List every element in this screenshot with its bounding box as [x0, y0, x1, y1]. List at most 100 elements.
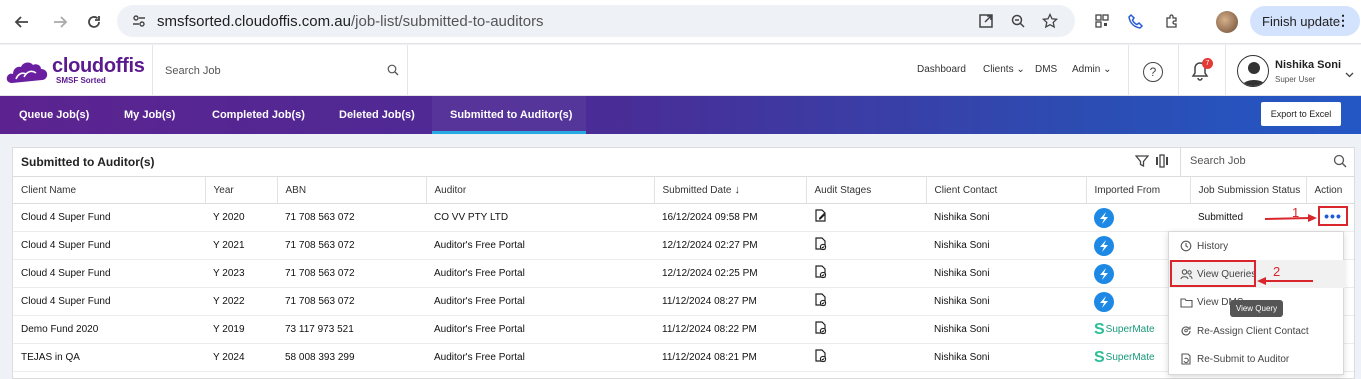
resubmit-icon	[1179, 352, 1193, 366]
nav-admin-label: Admin	[1072, 64, 1101, 75]
menu-item-resubmit-to-auditor[interactable]: Re-Submit to Auditor	[1169, 345, 1345, 373]
job-tabs-bar: Queue Job(s) My Job(s) Completed Job(s) …	[0, 96, 1361, 134]
row-action-menu-button[interactable]: •••	[1318, 206, 1348, 226]
filter-icon[interactable]	[1134, 154, 1150, 173]
tab-submitted-to-auditors[interactable]: Submitted to Auditor(s)	[450, 109, 572, 121]
submitted-jobs-panel: Submitted to Auditor(s) Search Job Clien…	[12, 147, 1355, 379]
table-row[interactable]: Cloud 4 Super Fund Y 2020 71 708 563 072 CO…	[13, 203, 1354, 232]
search-icon[interactable]	[387, 63, 399, 81]
column-header-client-name[interactable]: Client Name	[13, 176, 206, 204]
column-header-abn[interactable]: ABN	[277, 176, 427, 204]
view-query-tooltip: View Query	[1230, 300, 1283, 317]
address-bar[interactable]: smsfsorted.cloudoffis.com.au/job-list/su…	[117, 5, 1075, 37]
url-host: smsfsorted.cloudoffis.com.au	[157, 13, 351, 30]
finish-update-button[interactable]: Finish update ⋮	[1250, 6, 1360, 36]
columns-icon[interactable]	[1155, 154, 1169, 173]
user-name[interactable]: Nishika Soni	[1275, 59, 1341, 71]
user-menu-chevron-icon[interactable]	[1345, 65, 1354, 83]
nav-clients[interactable]: Clients ⌄	[983, 64, 1025, 75]
audit-stage-check-icon[interactable]	[814, 293, 828, 310]
table-row[interactable]: Demo Fund 2020 Y 2019 73 117 973 521 Audito…	[13, 315, 1354, 344]
cell-audit-stages	[806, 203, 926, 232]
cell-client-contact: Nishika Soni	[926, 231, 1086, 260]
tab-deleted-jobs[interactable]: Deleted Job(s)	[339, 109, 415, 121]
browser-profile-avatar[interactable]	[1216, 11, 1238, 33]
cell-client-name[interactable]: Demo Fund 2020	[13, 315, 205, 344]
column-header-auditor[interactable]: Auditor	[426, 176, 655, 204]
user-avatar[interactable]	[1237, 55, 1269, 87]
header-divider	[1128, 45, 1129, 96]
cell-client-name[interactable]: Cloud 4 Super Fund	[13, 287, 205, 316]
nav-dms[interactable]: DMS	[1035, 64, 1057, 75]
cell-auditor: Auditor's Free Portal	[426, 231, 654, 260]
column-header-action: Action	[1306, 176, 1354, 204]
nav-admin[interactable]: Admin ⌄	[1072, 64, 1112, 75]
tab-my-jobs[interactable]: My Job(s)	[124, 109, 175, 121]
header-divider	[1178, 45, 1179, 96]
extensions-puzzle-icon[interactable]	[1162, 11, 1182, 31]
class-super-logo-icon	[1094, 291, 1114, 312]
class-super-logo-icon	[1094, 235, 1114, 256]
menu-item-reassign-client-contact[interactable]: Re-Assign Client Contact	[1169, 317, 1345, 345]
column-header-year[interactable]: Year	[205, 176, 278, 204]
phone-extension-icon[interactable]	[1126, 11, 1146, 31]
nav-dashboard[interactable]: Dashboard	[917, 64, 966, 75]
cell-client-name[interactable]: Cloud 4 Super Fund	[13, 231, 205, 260]
cell-year: Y 2023	[205, 259, 277, 288]
job-search-input[interactable]: Search Job	[1180, 148, 1354, 176]
back-icon[interactable]	[10, 10, 34, 34]
column-header-audit-stages[interactable]: Audit Stages	[806, 176, 927, 204]
submitted-date-header-label: Submitted Date	[662, 185, 732, 196]
audit-stage-check-icon[interactable]	[814, 321, 828, 338]
cell-client-name[interactable]: TEJAS in QA	[13, 343, 205, 372]
zoom-icon[interactable]	[1009, 12, 1027, 30]
header-search-input[interactable]: Search Job	[152, 45, 408, 96]
more-horizontal-icon: •••	[1324, 208, 1342, 224]
help-icon[interactable]: ?	[1143, 62, 1163, 82]
column-header-submitted-date[interactable]: Submitted Date ↓	[654, 176, 807, 204]
cell-client-contact: Nishika Soni	[926, 203, 1086, 232]
sort-descending-icon[interactable]: ↓	[734, 184, 740, 196]
export-to-excel-button[interactable]: Export to Excel	[1261, 102, 1341, 126]
header-divider	[1225, 45, 1226, 96]
cell-client-name[interactable]: Cloud 4 Super Fund	[13, 259, 205, 288]
forward-icon[interactable]	[48, 10, 72, 34]
supermate-logo: S SuperMate	[1094, 349, 1155, 367]
cell-year: Y 2019	[205, 315, 277, 344]
search-icon[interactable]	[1333, 154, 1347, 173]
reload-icon[interactable]	[82, 10, 106, 34]
audit-stage-check-icon[interactable]	[814, 349, 828, 366]
audit-stage-check-icon[interactable]	[814, 265, 828, 282]
cell-audit-stages	[806, 231, 926, 260]
header-search-placeholder: Search Job	[165, 65, 221, 77]
table-row[interactable]: Cloud 4 Super Fund Y 2022 71 708 563 072 Au…	[13, 287, 1354, 316]
qr-extension-icon[interactable]	[1092, 11, 1112, 31]
bookmark-star-icon[interactable]	[1041, 12, 1059, 30]
cell-client-contact: Nishika Soni	[926, 287, 1086, 316]
supermate-logo: S SuperMate	[1094, 321, 1155, 339]
audit-stage-edit-icon[interactable]	[814, 209, 828, 226]
column-header-imported-from[interactable]: Imported From	[1086, 176, 1191, 204]
user-role: Super User	[1275, 75, 1316, 84]
notification-count-badge: 7	[1202, 58, 1213, 69]
audit-stage-check-icon[interactable]	[814, 237, 828, 254]
panel-title: Submitted to Auditor(s)	[21, 155, 155, 169]
cell-audit-stages	[806, 287, 926, 316]
tab-queue-jobs[interactable]: Queue Job(s)	[19, 109, 89, 121]
cell-submitted-date: 11/12/2024 08:27 PM	[654, 287, 806, 316]
supermate-label: SuperMate	[1105, 324, 1155, 335]
table-row[interactable]: Cloud 4 Super Fund Y 2023 71 708 563 072 Au…	[13, 259, 1354, 288]
cell-auditor: Auditor's Free Portal	[426, 287, 654, 316]
tab-completed-jobs[interactable]: Completed Job(s)	[212, 109, 305, 121]
column-header-client-contact[interactable]: Client Contact	[926, 176, 1087, 204]
class-super-logo-icon	[1094, 207, 1114, 228]
cell-auditor: Auditor's Free Portal	[426, 259, 654, 288]
column-header-job-submission-status[interactable]: Job Submission Status	[1190, 176, 1307, 204]
menu-item-history[interactable]: History	[1169, 232, 1345, 260]
cell-client-name[interactable]: Cloud 4 Super Fund	[13, 203, 205, 232]
open-in-app-icon[interactable]	[977, 12, 995, 30]
table-row[interactable]: Cloud 4 Super Fund Y 2021 71 708 563 072 Au…	[13, 231, 1354, 260]
table-row[interactable]: TEJAS in QA Y 2024 58 008 393 299 Auditor's…	[13, 343, 1354, 372]
cloudoffis-logo[interactable]: cloudoffis SMSF Sorted	[6, 55, 151, 89]
site-settings-icon[interactable]	[131, 13, 147, 34]
